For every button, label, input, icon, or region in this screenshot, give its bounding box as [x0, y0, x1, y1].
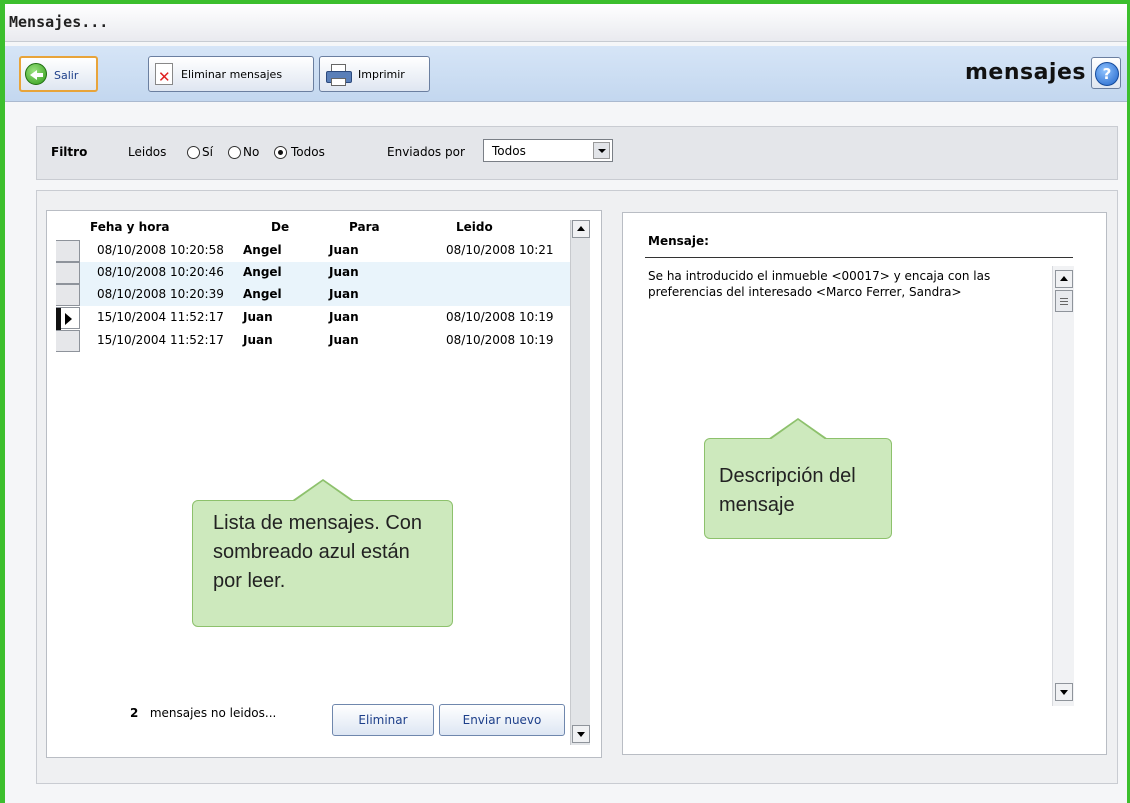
cell-para: Juan: [329, 265, 359, 279]
scroll-down-icon[interactable]: [572, 725, 590, 743]
list-scrollbar[interactable]: [570, 220, 590, 745]
cell-para: Juan: [329, 287, 359, 301]
radio-si-label: Sí: [202, 145, 213, 159]
cell-de: Angel: [243, 243, 282, 257]
send-new-button[interactable]: Enviar nuevo: [439, 704, 565, 736]
delete-button-label: Eliminar: [358, 713, 408, 727]
current-row-arrow-icon: [65, 313, 72, 325]
list-callout: Lista de mensajes. Con sombreado azul es…: [192, 500, 453, 627]
message-label: Mensaje:: [648, 234, 709, 248]
exit-label: Salir: [54, 69, 79, 82]
radio-no-label: No: [243, 145, 260, 159]
scroll-up-icon[interactable]: [1055, 270, 1073, 288]
divider: [645, 257, 1073, 258]
table-row[interactable]: 08/10/2008 10:20:46 Angel Juan: [56, 262, 570, 284]
table-row[interactable]: 15/10/2004 11:52:17 Juan Juan 08/10/2008…: [56, 330, 570, 352]
cell-de: Juan: [243, 333, 273, 347]
scroll-up-icon[interactable]: [572, 220, 590, 238]
printer-icon: [326, 64, 352, 86]
row-selector[interactable]: [56, 307, 80, 330]
row-selector[interactable]: [56, 262, 80, 284]
cell-de: Angel: [243, 287, 282, 301]
filter-title: Filtro: [51, 145, 88, 159]
unread-count-value: 2: [130, 706, 139, 720]
exit-button[interactable]: Salir: [19, 56, 98, 92]
table-row[interactable]: 15/10/2004 11:52:17 Juan Juan 08/10/2008…: [56, 307, 570, 330]
app-title: mensajes: [964, 60, 1086, 85]
delete-document-icon: ✕: [155, 63, 173, 85]
cell-leido: 08/10/2008 10:19: [446, 310, 554, 324]
cell-fecha: 15/10/2004 11:52:17: [97, 333, 224, 347]
row-selector[interactable]: [56, 330, 80, 352]
sent-by-label: Enviados por: [387, 145, 465, 159]
back-arrow-icon: [25, 63, 47, 85]
delete-messages-button[interactable]: ✕ Eliminar mensajes: [148, 56, 314, 92]
help-button[interactable]: ?: [1091, 57, 1121, 89]
sent-by-value: Todos: [492, 144, 526, 158]
sent-by-select[interactable]: Todos: [483, 139, 613, 162]
radio-no[interactable]: [228, 146, 241, 159]
cell-para: Juan: [329, 243, 359, 257]
print-label: Imprimir: [358, 68, 405, 81]
row-selector[interactable]: [56, 240, 80, 262]
description-callout: Descripción del mensaje: [704, 438, 892, 539]
radio-si[interactable]: [187, 146, 200, 159]
title-bar: Mensajes...: [5, 4, 1127, 42]
read-filter-label: Leidos: [128, 145, 167, 159]
cell-fecha: 08/10/2008 10:20:58: [97, 243, 224, 257]
unread-counter: 2 mensajes no leidos...: [130, 706, 276, 720]
delete-button[interactable]: Eliminar: [332, 704, 434, 736]
cell-para: Juan: [329, 310, 359, 324]
cell-fecha: 08/10/2008 10:20:46: [97, 265, 224, 279]
message-body: Se ha introducido el inmueble <00017> y …: [648, 269, 991, 299]
toolbar: Salir ✕ Eliminar mensajes Imprimir: [5, 46, 1127, 102]
chevron-down-icon[interactable]: [593, 142, 610, 159]
cell-fecha: 15/10/2004 11:52:17: [97, 310, 224, 324]
table-row[interactable]: 08/10/2008 10:20:58 Angel Juan 08/10/200…: [56, 240, 570, 262]
cell-para: Juan: [329, 333, 359, 347]
send-new-button-label: Enviar nuevo: [462, 713, 542, 727]
callout-pointer-fill: [770, 420, 826, 440]
table-row[interactable]: 08/10/2008 10:20:39 Angel Juan: [56, 284, 570, 306]
cell-fecha: 08/10/2008 10:20:39: [97, 287, 224, 301]
radio-todos[interactable]: [274, 146, 287, 159]
column-header-fecha[interactable]: Feha y hora: [90, 220, 169, 234]
scroll-down-icon[interactable]: [1055, 683, 1073, 701]
column-header-leido[interactable]: Leido: [456, 220, 493, 234]
cell-leido: 08/10/2008 10:21: [446, 243, 554, 257]
delete-messages-label: Eliminar mensajes: [181, 68, 283, 81]
cell-de: Juan: [243, 310, 273, 324]
unread-count-text: mensajes no leidos...: [149, 706, 277, 720]
cell-leido: 08/10/2008 10:19: [446, 333, 554, 347]
row-selector[interactable]: [56, 284, 80, 306]
scroll-thumb[interactable]: [1055, 290, 1073, 312]
print-button[interactable]: Imprimir: [319, 56, 430, 92]
radio-todos-label: Todos: [291, 145, 325, 159]
window-title: Mensajes...: [9, 13, 109, 31]
column-header-de[interactable]: De: [271, 220, 289, 234]
callout-pointer-fill: [292, 481, 354, 503]
column-header-para[interactable]: Para: [349, 220, 380, 234]
cell-de: Angel: [243, 265, 282, 279]
message-scrollbar[interactable]: [1052, 266, 1074, 706]
help-icon: ?: [1095, 62, 1119, 86]
